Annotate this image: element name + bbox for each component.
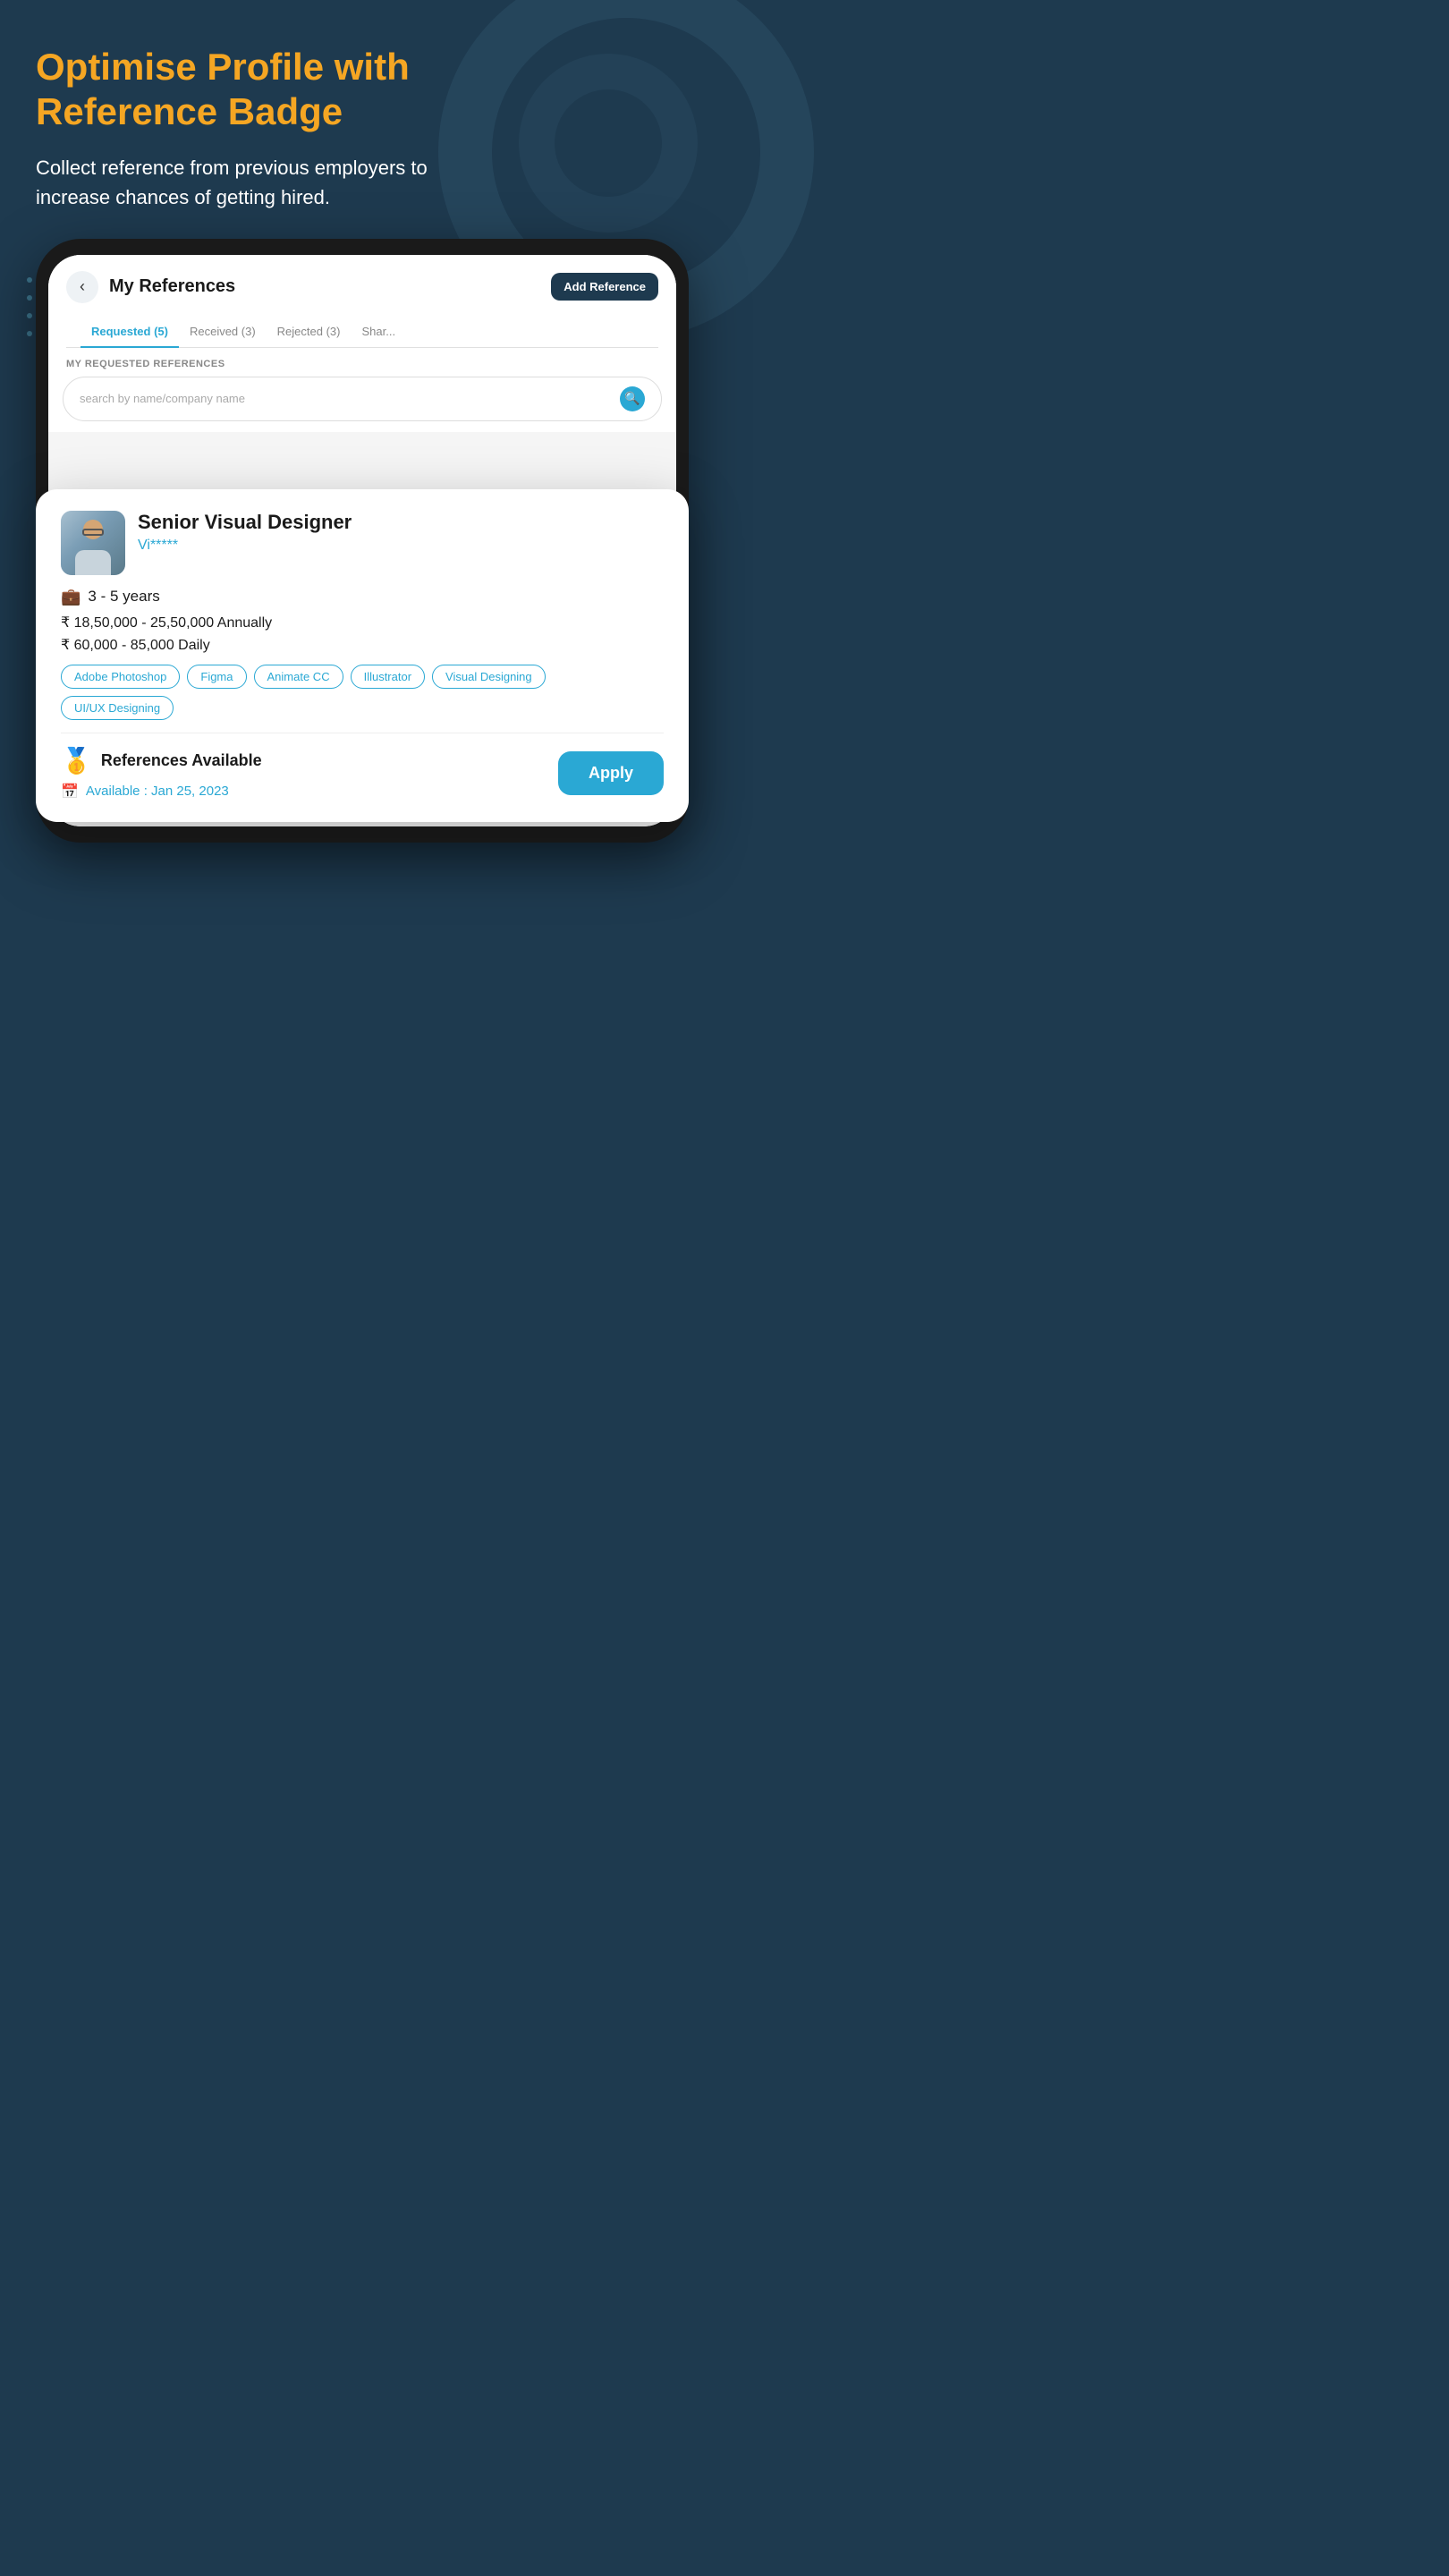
screen-topbar: ‹ My References Add Reference Requested … [48,255,676,348]
search-bar[interactable]: search by name/company name 🔍 [63,377,662,421]
avatar-image [61,511,125,575]
tab-requested[interactable]: Requested (5) [80,316,179,347]
experience-text: 3 - 5 years [88,588,159,606]
ref-badge-row: 🥇 References Available [61,746,262,775]
screen-tabs: Requested (5) Received (3) Rejected (3) … [66,316,658,348]
ref-available-text: References Available [101,751,262,770]
salary-annual-text: ₹ 18,50,000 - 25,50,000 Annually [61,614,272,631]
skill-adobe-photoshop[interactable]: Adobe Photoshop [61,665,180,689]
search-placeholder-text: search by name/company name [80,392,245,405]
header-title: Optimise Profile with Reference Badge [36,45,483,135]
screen-header-row: ‹ My References Add Reference [66,271,658,303]
page-container: Optimise Profile with Reference Badge Co… [0,0,724,896]
available-date-row: 📅 Available : Jan 25, 2023 [61,783,262,801]
search-icon[interactable]: 🔍 [620,386,645,411]
tab-received[interactable]: Received (3) [179,316,267,347]
tab-rejected[interactable]: Rejected (3) [267,316,352,347]
header-subtitle: Collect reference from previous employer… [36,153,501,212]
job-masked-name: Vi***** [138,538,664,554]
ref-available-left: 🥇 References Available 📅 Available : Jan… [61,746,262,801]
skill-illustrator[interactable]: Illustrator [351,665,425,689]
job-info-main: Senior Visual Designer Vi***** [138,511,664,554]
skill-figma[interactable]: Figma [187,665,246,689]
job-title: Senior Visual Designer [138,511,664,534]
skill-uiux-designing[interactable]: UI/UX Designing [61,696,174,720]
section-label: MY REQUESTED REFERENCES [48,348,676,377]
phone-wrapper: ‹ My References Add Reference Requested … [36,239,689,843]
experience-row: 💼 3 - 5 years [61,588,664,606]
medal-icon: 🥇 [61,746,92,775]
bg-circle-small [519,54,698,233]
available-date-text: Available : Jan 25, 2023 [86,784,229,799]
apply-button[interactable]: Apply [558,751,664,795]
screen-title: My References [109,276,551,297]
ref-available-row: 🥇 References Available 📅 Available : Jan… [61,746,664,801]
job-card-top: Senior Visual Designer Vi***** [61,511,664,575]
skills-row: Adobe Photoshop Figma Animate CC Illustr… [61,665,664,720]
avatar-glasses [82,529,104,536]
back-button[interactable]: ‹ [66,271,98,303]
skill-visual-designing[interactable]: Visual Designing [432,665,546,689]
salary-daily-text: ₹ 60,000 - 85,000 Daily [61,636,210,654]
tab-shared[interactable]: Shar... [351,316,406,347]
floating-card-wrapper: Senior Visual Designer Vi***** 💼 3 - 5 y… [27,489,698,822]
avatar-body [75,550,111,575]
salary-daily-row: ₹ 60,000 - 85,000 Daily [61,636,664,654]
job-card: Senior Visual Designer Vi***** 💼 3 - 5 y… [36,489,689,822]
salary-annual-row: ₹ 18,50,000 - 25,50,000 Annually [61,614,664,631]
skill-animate-cc[interactable]: Animate CC [254,665,343,689]
calendar-icon: 📅 [61,783,79,801]
job-avatar [61,511,125,575]
briefcase-icon: 💼 [61,588,80,606]
add-reference-button[interactable]: Add Reference [551,273,658,301]
